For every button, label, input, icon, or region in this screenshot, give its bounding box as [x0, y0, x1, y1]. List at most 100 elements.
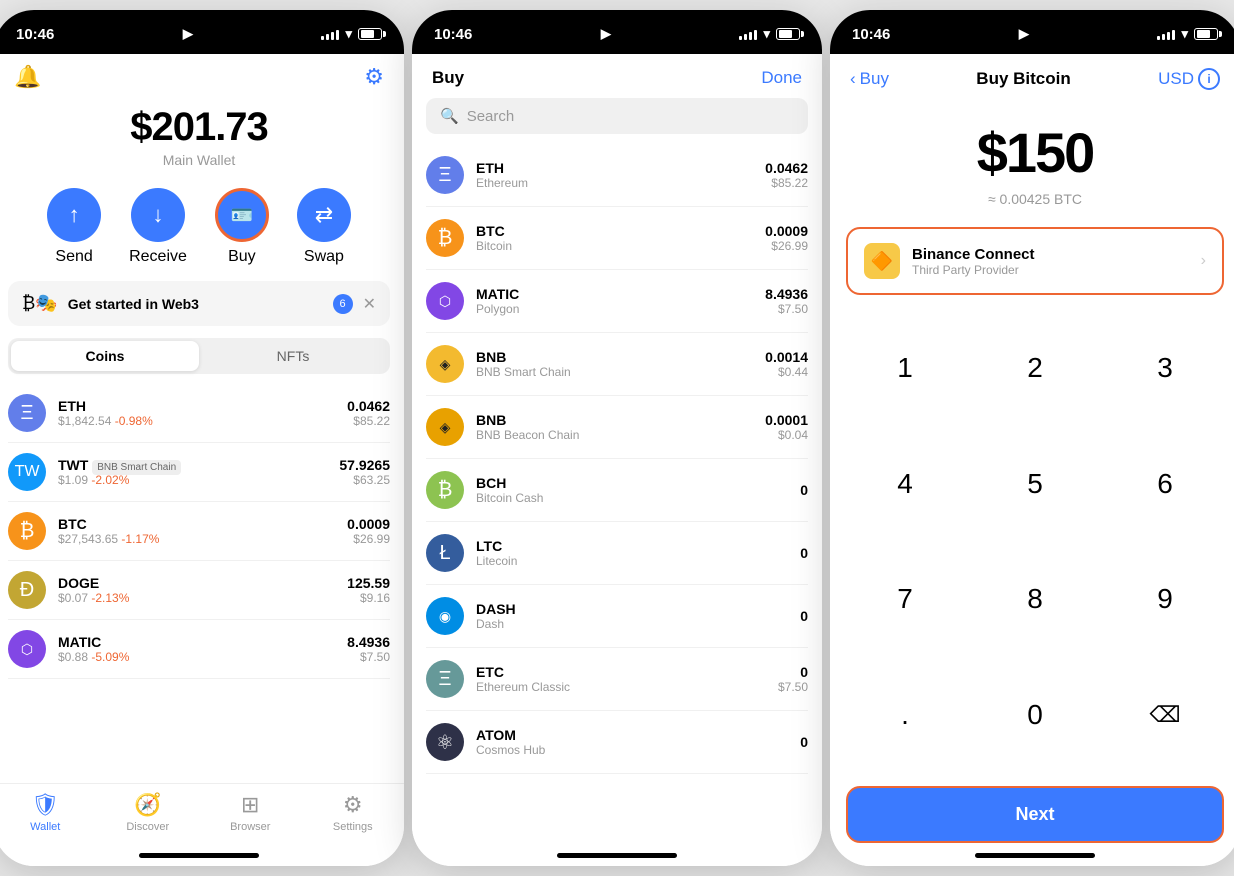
swap-label: Swap: [304, 248, 344, 266]
tab-coins[interactable]: Coins: [11, 341, 199, 371]
currency-button[interactable]: USD i: [1158, 68, 1220, 90]
buy-bnb2-name: BNB Beacon Chain: [476, 428, 726, 442]
bell-icon[interactable]: 🔔: [14, 64, 41, 90]
key-1[interactable]: 1: [840, 310, 970, 426]
web3-banner[interactable]: ₿🎭 Get started in Web3 6 ✕: [8, 281, 390, 326]
buy-eth[interactable]: Ξ ETH Ethereum 0.0462 $85.22: [426, 144, 808, 207]
matic-symbol: MATIC: [58, 634, 335, 650]
nav-wallet[interactable]: 🛡 Wallet: [0, 792, 97, 833]
back-button[interactable]: ‹ Buy: [850, 69, 889, 89]
eth-info: ETH $1,842.54 -0.98%: [58, 398, 335, 428]
provider-box[interactable]: 🔶 Binance Connect Third Party Provider ›: [846, 227, 1224, 295]
filter-icon[interactable]: ⚙: [364, 64, 384, 90]
buy-btc-amount: 0.0009: [738, 223, 808, 239]
buy-matic-symbol: MATIC: [476, 286, 726, 302]
buy-atom-name: Cosmos Hub: [476, 743, 726, 757]
buy-bch-amount: 0: [738, 482, 808, 498]
buy-matic[interactable]: ⬡ MATIC Polygon 8.4936 $7.50: [426, 270, 808, 333]
wallet-top-header: 🔔 ⚙: [0, 54, 404, 95]
receive-icon: ↓: [131, 188, 185, 242]
chevron-left-icon: ‹: [850, 69, 856, 89]
key-backspace[interactable]: ⌫: [1100, 657, 1230, 773]
location-icon-1: ▶: [183, 26, 193, 42]
key-9[interactable]: 9: [1100, 542, 1230, 658]
close-icon[interactable]: ✕: [363, 294, 376, 314]
buy-etc-info: ETC Ethereum Classic: [476, 664, 726, 694]
coin-twt[interactable]: TW TWT BNB Smart Chain $1.09 -2.02% 57.9…: [8, 443, 390, 502]
buy-etc-usd: $7.50: [738, 680, 808, 694]
matic-icon: ⬡: [8, 630, 46, 668]
btc-sub: $27,543.65 -1.17%: [58, 532, 335, 546]
key-3[interactable]: 3: [1100, 310, 1230, 426]
matic-usd: $7.50: [347, 650, 390, 664]
buy-button[interactable]: 🪪 Buy: [215, 188, 269, 266]
doge-info: DOGE $0.07 -2.13%: [58, 575, 335, 605]
key-5[interactable]: 5: [970, 426, 1100, 542]
coin-matic[interactable]: ⬡ MATIC $0.88 -5.09% 8.4936 $7.50: [8, 620, 390, 679]
info-icon[interactable]: i: [1198, 68, 1220, 90]
buy-btc-values: 0.0009 $26.99: [738, 223, 808, 253]
buy-eth-amount: 0.0462: [738, 160, 808, 176]
swap-button[interactable]: ⇄ Swap: [297, 188, 351, 266]
receive-button[interactable]: ↓ Receive: [129, 188, 187, 266]
web3-badge: 6: [333, 294, 353, 314]
buy-matic-info: MATIC Polygon: [476, 286, 726, 316]
status-bar-1: 10:46 ▶ ▾: [0, 10, 404, 54]
time-1: 10:46: [16, 26, 54, 43]
buy-bnb2[interactable]: ◈ BNB BNB Beacon Chain 0.0001 $0.04: [426, 396, 808, 459]
key-2[interactable]: 2: [970, 310, 1100, 426]
key-7[interactable]: 7: [840, 542, 970, 658]
home-indicator-2: [557, 853, 677, 858]
twt-values: 57.9265 $63.25: [339, 457, 390, 487]
nav-discover[interactable]: 🧭 Discover: [97, 792, 200, 833]
buy-dash-symbol: DASH: [476, 601, 726, 617]
send-button[interactable]: ↑ Send: [47, 188, 101, 266]
btc-info: BTC $27,543.65 -1.17%: [58, 516, 335, 546]
buy-dash-icon: ◉: [426, 597, 464, 635]
key-8[interactable]: 8: [970, 542, 1100, 658]
buy-bnb2-usd: $0.04: [738, 428, 808, 442]
eth-values: 0.0462 $85.22: [347, 398, 390, 428]
btc-usd: $26.99: [347, 532, 390, 546]
buy-bnb1[interactable]: ◈ BNB BNB Smart Chain 0.0014 $0.44: [426, 333, 808, 396]
key-dot[interactable]: .: [840, 657, 970, 773]
wallet-nav-icon: 🛡: [31, 792, 59, 818]
buy-atom[interactable]: ⚛ ATOM Cosmos Hub 0: [426, 711, 808, 774]
buy-eth-values: 0.0462 $85.22: [738, 160, 808, 190]
nav-settings[interactable]: ⚙ Settings: [302, 792, 405, 833]
status-icons-2: ▾: [739, 26, 800, 42]
matic-info: MATIC $0.88 -5.09%: [58, 634, 335, 664]
buy-eth-name: Ethereum: [476, 176, 726, 190]
search-bar[interactable]: 🔍 Search: [426, 98, 808, 134]
bottom-nav: 🛡 Wallet 🧭 Discover ⊞ Browser ⚙ Settings: [0, 783, 404, 853]
buy-label: Buy: [228, 248, 256, 266]
tab-nfts[interactable]: NFTs: [199, 341, 387, 371]
eth-sub: $1,842.54 -0.98%: [58, 414, 335, 428]
coin-doge[interactable]: Ð DOGE $0.07 -2.13% 125.59 $9.16: [8, 561, 390, 620]
eth-symbol: ETH: [58, 398, 335, 414]
next-button[interactable]: Next: [846, 786, 1224, 843]
buy-btc[interactable]: ₿ BTC Bitcoin 0.0009 $26.99: [426, 207, 808, 270]
buy-dash-name: Dash: [476, 617, 726, 631]
buy-done-button[interactable]: Done: [761, 68, 802, 88]
buy-etc[interactable]: Ξ ETC Ethereum Classic 0 $7.50: [426, 648, 808, 711]
location-icon-3: ▶: [1019, 26, 1029, 42]
buy-atom-icon: ⚛: [426, 723, 464, 761]
buy-bch[interactable]: ₿ BCH Bitcoin Cash 0: [426, 459, 808, 522]
key-0[interactable]: 0: [970, 657, 1100, 773]
buy-bitcoin-screen: 10:46 ▶ ▾ ‹ Buy Buy Bitcoin USD: [830, 10, 1234, 866]
buy-bnb2-symbol: BNB: [476, 412, 726, 428]
key-6[interactable]: 6: [1100, 426, 1230, 542]
buy-ltc-icon: Ł: [426, 534, 464, 572]
nav-browser[interactable]: ⊞ Browser: [199, 792, 302, 833]
buy-ltc[interactable]: Ł LTC Litecoin 0: [426, 522, 808, 585]
buy-dash[interactable]: ◉ DASH Dash 0: [426, 585, 808, 648]
twt-usd: $63.25: [339, 473, 390, 487]
signal-icon-1: [321, 28, 339, 40]
matic-values: 8.4936 $7.50: [347, 634, 390, 664]
key-4[interactable]: 4: [840, 426, 970, 542]
buy-dash-values: 0: [738, 608, 808, 624]
coin-btc[interactable]: ₿ BTC $27,543.65 -1.17% 0.0009 $26.99: [8, 502, 390, 561]
coin-eth[interactable]: Ξ ETH $1,842.54 -0.98% 0.0462 $85.22: [8, 384, 390, 443]
web3-text: Get started in Web3: [68, 296, 315, 312]
